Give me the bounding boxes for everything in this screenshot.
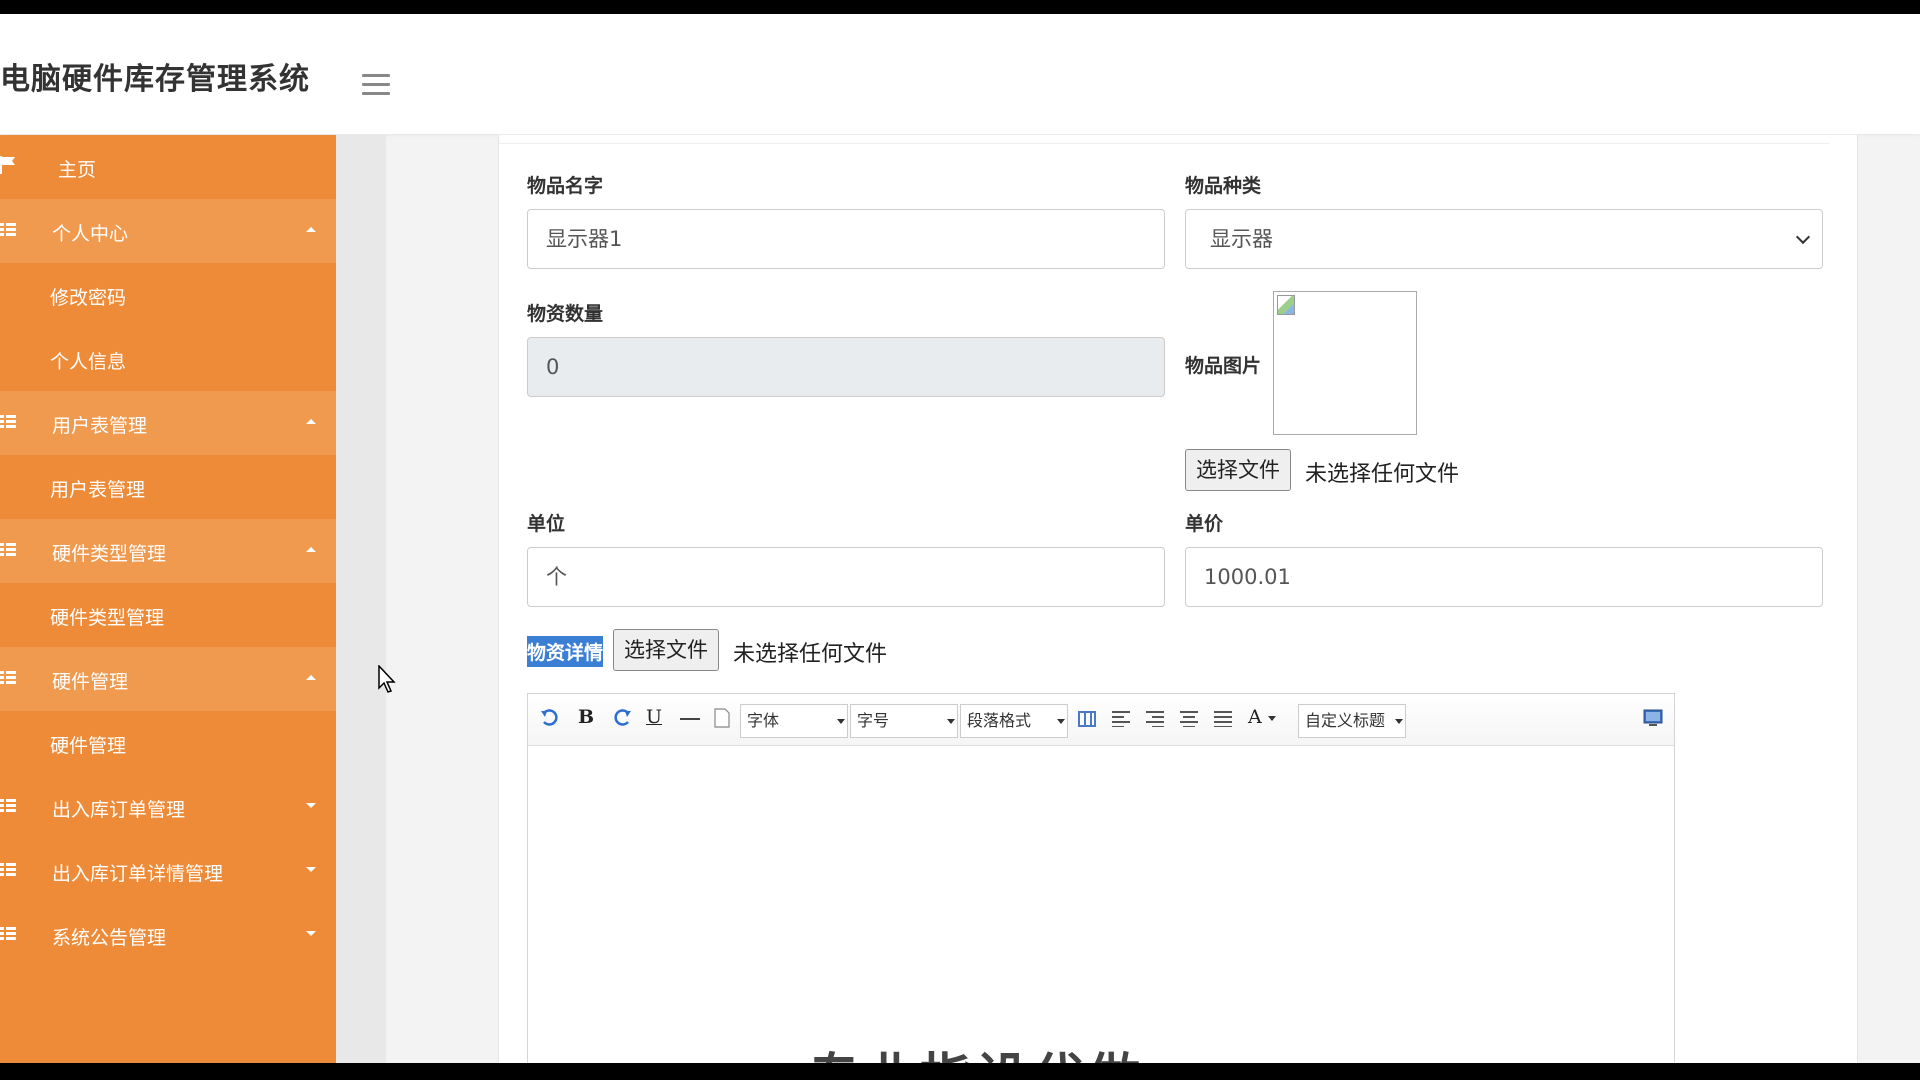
image-choose-file-button[interactable]: 选择文件 — [1185, 449, 1291, 491]
menu-toggle-icon[interactable] — [362, 74, 390, 96]
unit-input[interactable]: 个 — [527, 547, 1165, 607]
item-category-select[interactable]: 显示器 — [1185, 209, 1823, 269]
align-left-icon[interactable] — [1112, 711, 1130, 727]
sidebar-item-label: 出入库订单详情管理 — [52, 863, 224, 885]
list-icon — [0, 543, 16, 557]
chevron-up-icon — [306, 547, 316, 552]
unit-price-input[interactable]: 1000.01 — [1185, 547, 1823, 607]
chevron-up-icon — [306, 227, 316, 232]
list-icon — [0, 863, 16, 877]
list-icon — [0, 671, 16, 685]
rich-text-editor[interactable]: B U 字体 字号 段落格式 A 自定义标题 — [527, 693, 1675, 1063]
app-title: 电脑硬件库存管理系统 — [0, 62, 310, 97]
align-center-icon[interactable] — [1180, 711, 1198, 727]
sidebar-item-stock-order-details[interactable]: 出入库订单详情管理 — [0, 839, 336, 903]
sidebar-item-label: 硬件类型管理 — [50, 607, 165, 629]
sidebar: 主页 个人中心 修改密码 个人信息 用户表管理 用户表管理 硬件类型管理 硬件类… — [0, 135, 336, 1063]
align-right-icon[interactable] — [1146, 711, 1164, 727]
sidebar-item-label: 修改密码 — [50, 287, 127, 309]
item-name-input[interactable]: 显示器1 — [527, 209, 1165, 269]
item-name-label: 物品名字 — [527, 175, 604, 197]
content-gutter — [336, 135, 386, 1063]
sidebar-item-stock-orders[interactable]: 出入库订单管理 — [0, 775, 336, 839]
form-panel: 物品名字 显示器1 物品种类 显示器 物资数量 0 物品图片 选择文件 未选择任… — [498, 135, 1858, 1063]
sidebar-item-label: 主页 — [58, 159, 97, 181]
sidebar-item-hardware-type[interactable]: 硬件类型管理 — [0, 519, 336, 583]
undo-icon[interactable] — [540, 708, 560, 728]
top-header: 电脑硬件库存管理系统 — [0, 14, 1920, 134]
sidebar-item-label: 系统公告管理 — [52, 927, 167, 949]
sidebar-item-announcements[interactable]: 系统公告管理 — [0, 903, 336, 967]
sidebar-item-label: 个人中心 — [52, 223, 129, 245]
mouse-cursor-icon — [378, 665, 396, 693]
unit-label: 单位 — [527, 513, 566, 535]
quantity-input[interactable]: 0 — [527, 337, 1165, 397]
font-color-button[interactable]: A — [1248, 706, 1262, 728]
list-icon — [0, 415, 16, 429]
sidebar-item-change-password[interactable]: 修改密码 — [0, 263, 336, 327]
page-icon[interactable] — [714, 708, 730, 728]
sidebar-item-label: 出入库订单管理 — [52, 799, 186, 821]
paragraph-format-select[interactable]: 段落格式 — [960, 704, 1068, 738]
quantity-label: 物资数量 — [527, 303, 604, 325]
unit-price-label: 单价 — [1185, 513, 1224, 535]
item-image-preview — [1273, 291, 1417, 435]
item-category-value: 显示器 — [1210, 227, 1273, 251]
sidebar-item-label: 个人信息 — [50, 351, 127, 373]
preview-icon[interactable] — [1642, 707, 1664, 729]
chevron-down-icon — [1795, 229, 1811, 245]
list-icon — [0, 799, 16, 813]
underline-button[interactable]: U — [646, 706, 662, 728]
sidebar-item-hardware-type-sub[interactable]: 硬件类型管理 — [0, 583, 336, 647]
details-choose-file-button[interactable]: 选择文件 — [613, 629, 719, 671]
horizontal-rule-icon[interactable] — [680, 718, 700, 720]
custom-title-select[interactable]: 自定义标题 — [1298, 704, 1406, 738]
sidebar-item-user-table-sub[interactable]: 用户表管理 — [0, 455, 336, 519]
sidebar-item-label: 硬件管理 — [52, 671, 129, 693]
sidebar-item-user-table[interactable]: 用户表管理 — [0, 391, 336, 455]
image-file-status: 未选择任何文件 — [1305, 462, 1460, 487]
broken-image-icon — [1277, 295, 1295, 315]
font-family-select[interactable]: 字体 — [740, 704, 848, 738]
app-window: 电脑硬件库存管理系统 主页 个人中心 修改密码 个人信息 用户表管理 用户表管理 — [0, 14, 1920, 1063]
watermark-text: 专业指设代做 — [808, 1036, 1144, 1063]
align-justify-icon[interactable] — [1214, 711, 1232, 727]
sidebar-item-label: 硬件类型管理 — [52, 543, 167, 565]
details-file-status: 未选择任何文件 — [733, 642, 888, 667]
sidebar-item-hardware[interactable]: 硬件管理 — [0, 647, 336, 711]
sidebar-item-personal-center[interactable]: 个人中心 — [0, 199, 336, 263]
sidebar-item-label: 用户表管理 — [50, 479, 146, 501]
sidebar-item-label: 硬件管理 — [50, 735, 127, 757]
chevron-up-icon — [306, 675, 316, 680]
sidebar-item-hardware-sub[interactable]: 硬件管理 — [0, 711, 336, 775]
flag-icon — [0, 156, 15, 174]
list-icon — [0, 927, 16, 941]
chevron-down-icon — [306, 931, 316, 936]
sidebar-item-home[interactable]: 主页 — [0, 135, 336, 199]
redo-icon[interactable] — [612, 708, 632, 728]
details-label: 物资详情 — [527, 636, 604, 667]
table-icon[interactable] — [1078, 711, 1096, 727]
divider — [499, 143, 1829, 144]
font-size-select[interactable]: 字号 — [850, 704, 958, 738]
chevron-down-icon — [306, 867, 316, 872]
sidebar-item-personal-info[interactable]: 个人信息 — [0, 327, 336, 391]
item-category-label: 物品种类 — [1185, 175, 1262, 197]
sidebar-item-label: 用户表管理 — [52, 415, 148, 437]
chevron-down-icon — [306, 803, 316, 808]
bold-button[interactable]: B — [578, 706, 594, 728]
chevron-up-icon — [306, 419, 316, 424]
editor-toolbar: B U 字体 字号 段落格式 A 自定义标题 — [528, 694, 1674, 746]
font-color-dropdown-icon[interactable] — [1268, 716, 1276, 721]
item-image-label: 物品图片 — [1185, 355, 1262, 377]
list-icon — [0, 223, 16, 237]
